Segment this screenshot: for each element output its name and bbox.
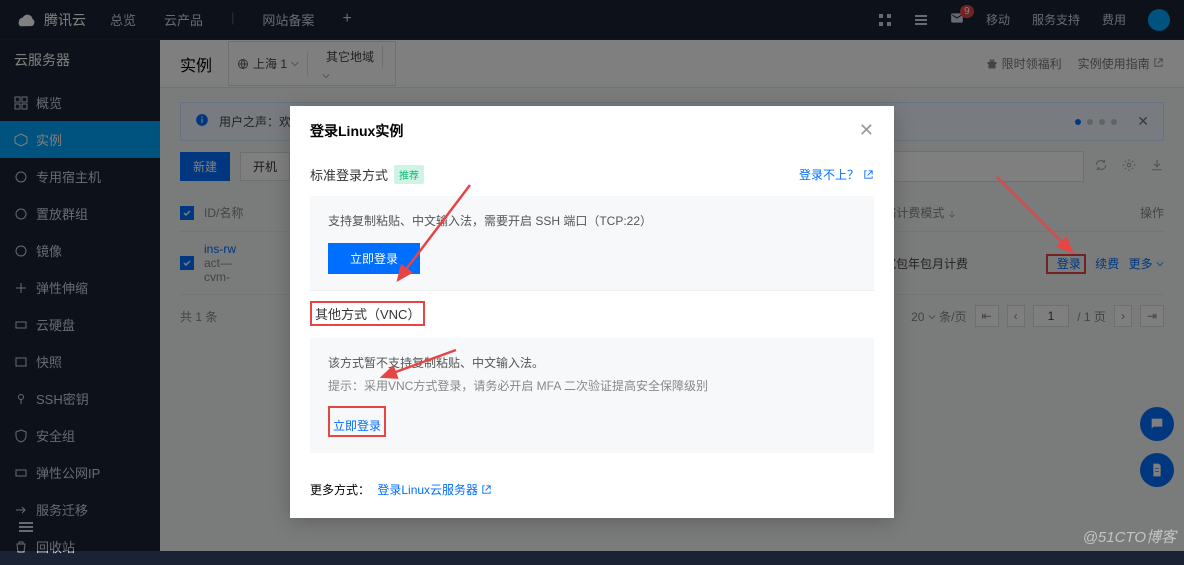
watermark: @51CTO博客 [1083,526,1176,547]
more-methods-link[interactable]: 登录Linux云服务器 [377,483,492,497]
modal-close[interactable]: ✕ [859,120,874,141]
external-link-icon [481,484,492,495]
vnc-section-title: 其他方式（VNC） [310,301,425,326]
vnc-login-button[interactable]: 立即登录 [333,417,381,434]
modal-title: 登录Linux实例 [310,121,403,141]
login-modal: 登录Linux实例 ✕ 标准登录方式 推荐 登录不上？ 支持复制粘贴、中文输入法… [290,106,894,518]
recommend-tag: 推荐 [394,165,424,184]
external-link-icon [863,169,874,180]
help-link[interactable]: 登录不上？ [799,166,874,183]
standard-login-button[interactable]: 立即登录 [328,243,420,274]
